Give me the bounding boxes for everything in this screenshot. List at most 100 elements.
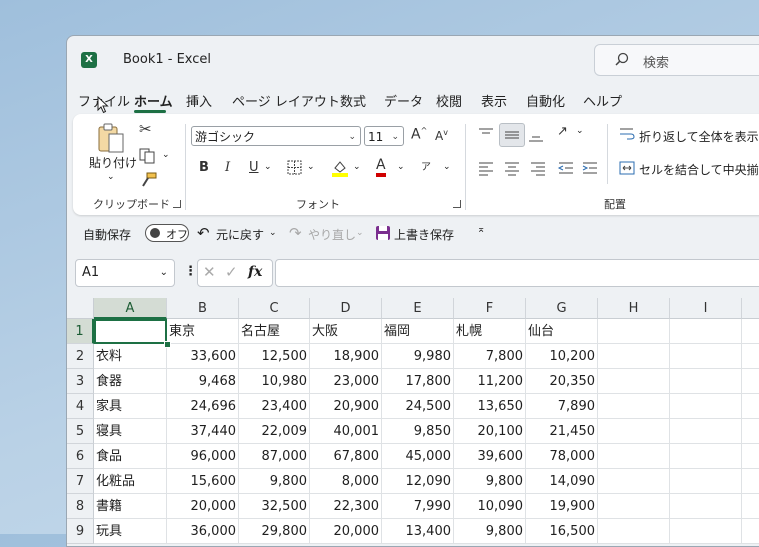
- cell-b8[interactable]: 20,000: [167, 494, 239, 519]
- cell-d1[interactable]: 大阪: [310, 319, 382, 344]
- cell-i4[interactable]: [670, 394, 742, 419]
- format-painter-icon[interactable]: [140, 172, 158, 188]
- cell-j6[interactable]: [742, 444, 759, 469]
- undo-icon[interactable]: ↶: [197, 224, 210, 242]
- tab-page-layout[interactable]: ページ レイアウト: [232, 91, 340, 110]
- column-header-i[interactable]: I: [670, 298, 742, 319]
- cell-e9[interactable]: 13,400: [382, 519, 454, 544]
- bold-button[interactable]: B: [199, 160, 209, 175]
- cell-d8[interactable]: 22,300: [310, 494, 382, 519]
- cell-g8[interactable]: 19,900: [526, 494, 598, 519]
- cell-a8[interactable]: 書籍: [94, 494, 167, 519]
- cell-c3[interactable]: 10,980: [239, 369, 310, 394]
- save-button[interactable]: 上書き保存: [394, 226, 454, 243]
- orientation-icon[interactable]: ↗: [557, 124, 568, 139]
- paste-dropdown-chevron-icon[interactable]: ⌄: [107, 172, 115, 182]
- borders-dropdown-chevron-icon[interactable]: ⌄: [307, 162, 315, 172]
- cell-a1[interactable]: [94, 319, 167, 344]
- cell-h5[interactable]: [598, 419, 670, 444]
- cell-h2[interactable]: [598, 344, 670, 369]
- select-all-button[interactable]: [67, 298, 94, 319]
- cell-g2[interactable]: 10,200: [526, 344, 598, 369]
- cell-f7[interactable]: 9,800: [454, 469, 526, 494]
- cell-f4[interactable]: 13,650: [454, 394, 526, 419]
- cell-a4[interactable]: 家具: [94, 394, 167, 419]
- column-header-d[interactable]: D: [310, 298, 382, 319]
- cell-f6[interactable]: 39,600: [454, 444, 526, 469]
- cell-d2[interactable]: 18,900: [310, 344, 382, 369]
- cell-b3[interactable]: 9,468: [167, 369, 239, 394]
- cell-b5[interactable]: 37,440: [167, 419, 239, 444]
- cell-f5[interactable]: 20,100: [454, 419, 526, 444]
- merge-center-button[interactable]: セルを結合して中央揃え: [639, 161, 759, 178]
- cell-e3[interactable]: 17,800: [382, 369, 454, 394]
- tab-insert[interactable]: 挿入: [186, 91, 212, 110]
- cell-b1[interactable]: 東京: [167, 319, 239, 344]
- cell-c4[interactable]: 23,400: [239, 394, 310, 419]
- cell-e2[interactable]: 9,980: [382, 344, 454, 369]
- cell-d5[interactable]: 40,001: [310, 419, 382, 444]
- column-header-a[interactable]: A: [94, 298, 167, 319]
- cell-j7[interactable]: [742, 469, 759, 494]
- cell-h4[interactable]: [598, 394, 670, 419]
- column-header-c[interactable]: C: [239, 298, 310, 319]
- tab-view[interactable]: 表示: [481, 91, 507, 110]
- clipboard-launcher-icon[interactable]: [173, 200, 181, 208]
- cell-g5[interactable]: 21,450: [526, 419, 598, 444]
- cell-f9[interactable]: 9,800: [454, 519, 526, 544]
- cell-c9[interactable]: 29,800: [239, 519, 310, 544]
- column-header-h[interactable]: H: [598, 298, 670, 319]
- insert-function-button[interactable]: fx: [248, 264, 262, 280]
- cell-b2[interactable]: 33,600: [167, 344, 239, 369]
- column-header-f[interactable]: F: [454, 298, 526, 319]
- cell-h7[interactable]: [598, 469, 670, 494]
- cell-h8[interactable]: [598, 494, 670, 519]
- cell-f1[interactable]: 札幌: [454, 319, 526, 344]
- cell-i9[interactable]: [670, 519, 742, 544]
- cell-g1[interactable]: 仙台: [526, 319, 598, 344]
- cell-b4[interactable]: 24,696: [167, 394, 239, 419]
- paste-icon[interactable]: [96, 122, 126, 154]
- cell-e7[interactable]: 12,090: [382, 469, 454, 494]
- cell-j9[interactable]: [742, 519, 759, 544]
- cell-f8[interactable]: 10,090: [454, 494, 526, 519]
- orientation-dropdown-chevron-icon[interactable]: ⌄: [576, 126, 584, 136]
- font-color-button[interactable]: A: [376, 157, 386, 177]
- name-box[interactable]: A1 ⌄: [75, 259, 175, 287]
- cell-b9[interactable]: 36,000: [167, 519, 239, 544]
- search-box[interactable]: 検索: [594, 44, 759, 76]
- borders-icon[interactable]: [287, 160, 303, 176]
- align-right-icon[interactable]: [529, 160, 547, 176]
- copy-icon[interactable]: [139, 148, 157, 164]
- customize-toolbar-chevron-icon[interactable]: ⌅: [477, 224, 485, 235]
- cell-h3[interactable]: [598, 369, 670, 394]
- cell-j4[interactable]: [742, 394, 759, 419]
- font-color-dropdown-chevron-icon[interactable]: ⌄: [397, 162, 405, 172]
- cell-a9[interactable]: 玩具: [94, 519, 167, 544]
- cell-c8[interactable]: 32,500: [239, 494, 310, 519]
- align-left-icon[interactable]: [477, 160, 495, 176]
- phonetic-guide-button[interactable]: ア: [421, 158, 431, 173]
- cell-j3[interactable]: [742, 369, 759, 394]
- decrease-indent-icon[interactable]: [557, 160, 575, 176]
- column-header-b[interactable]: B: [167, 298, 239, 319]
- align-bottom-icon[interactable]: [527, 128, 545, 144]
- cell-f3[interactable]: 11,200: [454, 369, 526, 394]
- save-icon[interactable]: [375, 225, 391, 241]
- cell-i1[interactable]: [670, 319, 742, 344]
- more-options-icon[interactable]: ⋮: [184, 264, 197, 279]
- formula-input[interactable]: [275, 259, 759, 287]
- cell-e6[interactable]: 45,000: [382, 444, 454, 469]
- cell-h1[interactable]: [598, 319, 670, 344]
- cell-c5[interactable]: 22,009: [239, 419, 310, 444]
- cell-d3[interactable]: 23,000: [310, 369, 382, 394]
- cell-g6[interactable]: 78,000: [526, 444, 598, 469]
- undo-button[interactable]: 元に戻す: [216, 226, 264, 243]
- cell-b7[interactable]: 15,600: [167, 469, 239, 494]
- font-name-combo[interactable]: 游ゴシック ⌄: [191, 126, 361, 146]
- row-header-6[interactable]: 6: [67, 444, 94, 469]
- cell-i2[interactable]: [670, 344, 742, 369]
- cell-g9[interactable]: 16,500: [526, 519, 598, 544]
- row-header-5[interactable]: 5: [67, 419, 94, 444]
- cell-f2[interactable]: 7,800: [454, 344, 526, 369]
